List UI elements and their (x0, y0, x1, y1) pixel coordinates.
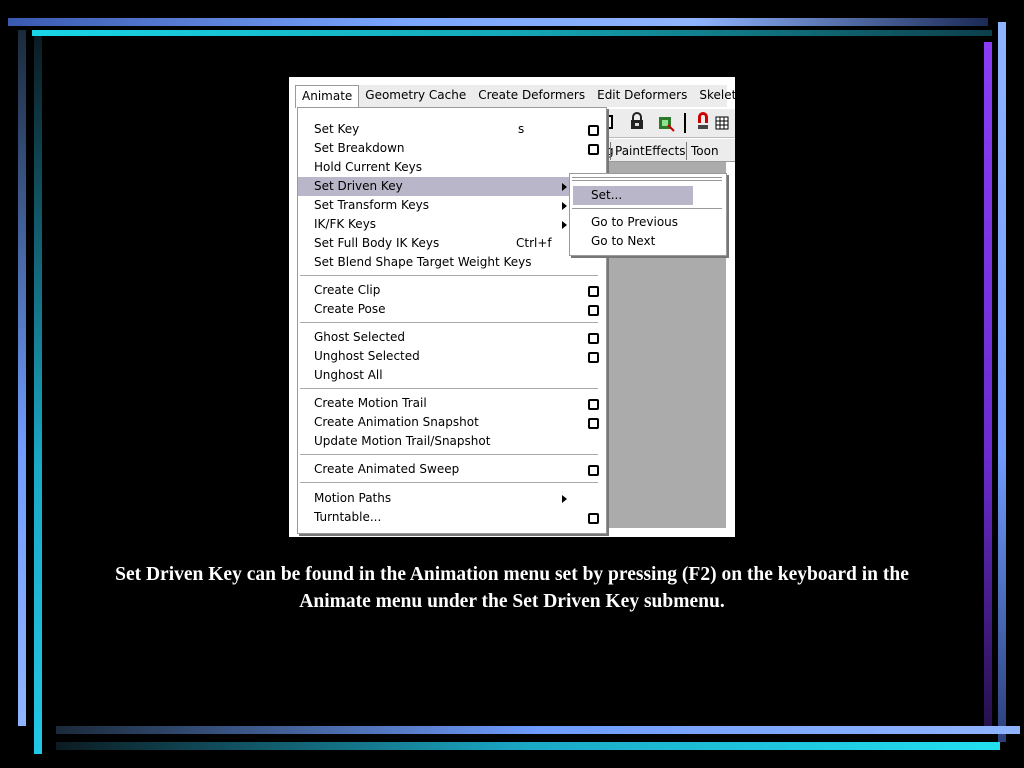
menu-item-label: Ghost Selected (314, 330, 406, 344)
menu-item-label: Set Driven Key (314, 179, 403, 193)
menu-edit-deformers[interactable]: Edit Deformers (591, 85, 693, 107)
shelf-tab-toon[interactable]: Toon (686, 142, 723, 160)
shortcut-label: Ctrl+f (516, 236, 552, 250)
select-object-icon[interactable] (659, 117, 675, 132)
menu-item-label: Create Motion Trail (314, 396, 427, 410)
submenu-arrow-icon (562, 221, 567, 229)
menu-item-set-driven-key[interactable]: Set Driven Key (298, 177, 594, 196)
menu-item-label: Unghost Selected (314, 349, 420, 363)
submenu-item-label: Go to Previous (591, 215, 679, 229)
menu-item-label: Create Animated Sweep (314, 462, 460, 476)
menu-item-motion-paths[interactable]: Motion Paths (298, 489, 594, 508)
menu-item-label: Set Transform Keys (314, 198, 430, 212)
menu-skeleton[interactable]: Skeleton (693, 85, 735, 107)
option-box-icon[interactable] (588, 125, 599, 136)
animate-menu: Set Key s Set Breakdown Hold Current Key… (297, 107, 607, 534)
menu-item-ik-fk-keys[interactable]: IK/FK Keys (298, 215, 594, 234)
menu-item-update-motion-trail[interactable]: Update Motion Trail/Snapshot (298, 432, 594, 451)
menu-item-label: Set Full Body IK Keys (314, 236, 440, 250)
menu-item-label: Create Animation Snapshot (314, 415, 479, 429)
option-box-icon[interactable] (588, 465, 599, 476)
menu-separator (300, 388, 598, 389)
slide-caption: Set Driven Key can be found in the Anima… (115, 564, 909, 612)
tearoff-line[interactable] (572, 177, 722, 178)
menu-geometry-cache[interactable]: Geometry Cache (359, 85, 472, 107)
menu-separator (300, 482, 598, 483)
menu-item-label: Create Clip (314, 283, 381, 297)
menu-separator (300, 322, 598, 323)
menu-create-deformers[interactable]: Create Deformers (472, 85, 591, 107)
menu-item-set-key[interactable]: Set Key s (298, 120, 599, 139)
menu-item-hold-current-keys[interactable]: Hold Current Keys (298, 158, 594, 177)
decor-bar-left-inner (34, 36, 42, 754)
decor-bar-top (8, 18, 988, 26)
decor-bar-bottom-inner (56, 726, 1020, 734)
submenu-item-label: Set... (591, 188, 623, 202)
menu-item-set-breakdown[interactable]: Set Breakdown (298, 139, 599, 158)
menu-item-label: Hold Current Keys (314, 160, 423, 174)
menu-item-label: Set Blend Shape Target Weight Keys (314, 255, 532, 269)
snap-magnet-icon[interactable] (698, 112, 708, 129)
menu-item-create-animation-snapshot[interactable]: Create Animation Snapshot (298, 413, 599, 432)
option-box-icon[interactable] (588, 333, 599, 344)
shelf-tabs: g PaintEffects Toon (604, 139, 735, 162)
menu-bar: Animate Geometry Cache Create Deformers … (295, 85, 735, 108)
menu-item-unghost-all[interactable]: Unghost All (298, 366, 594, 385)
decor-bar-left (18, 30, 26, 726)
tearoff-line[interactable] (572, 180, 722, 181)
submenu-arrow-icon (562, 183, 567, 191)
menu-item-ghost-selected[interactable]: Ghost Selected (298, 328, 599, 347)
submenu-item-go-to-previous[interactable]: Go to Previous (573, 213, 693, 232)
submenu-arrow-icon (562, 495, 567, 503)
menu-item-label: Unghost All (314, 368, 383, 382)
menu-separator (572, 208, 722, 209)
option-box-icon[interactable] (588, 513, 599, 524)
menu-item-label: Create Pose (314, 302, 386, 316)
option-box-icon[interactable] (588, 286, 599, 297)
menu-item-label: Set Breakdown (314, 141, 405, 155)
menu-item-create-animated-sweep[interactable]: Create Animated Sweep (298, 460, 599, 479)
submenu-item-go-to-next[interactable]: Go to Next (573, 232, 693, 251)
option-box-icon[interactable] (588, 305, 599, 316)
menu-item-create-motion-trail[interactable]: Create Motion Trail (298, 394, 599, 413)
menu-separator (300, 275, 598, 276)
option-box-icon[interactable] (588, 352, 599, 363)
menu-item-unghost-selected[interactable]: Unghost Selected (298, 347, 599, 366)
menu-animate[interactable]: Animate (295, 85, 360, 108)
decor-bar-right-inner (984, 42, 992, 732)
menu-item-set-transform-keys[interactable]: Set Transform Keys (298, 196, 594, 215)
menu-item-label: IK/FK Keys (314, 217, 377, 231)
menu-item-label: Turntable... (314, 510, 382, 524)
menu-separator (300, 454, 598, 455)
decor-bar-bottom (56, 742, 1000, 750)
menu-item-create-clip[interactable]: Create Clip (298, 281, 599, 300)
snap-grid-icon[interactable] (715, 116, 729, 130)
menu-item-turntable[interactable]: Turntable... (298, 508, 599, 527)
decor-bar-right (998, 22, 1006, 742)
menu-item-label: Set Key (314, 122, 360, 136)
toolbar-separator (684, 113, 686, 133)
toolbar-icons (603, 112, 729, 133)
lock-icon[interactable] (631, 112, 643, 129)
menu-item-create-pose[interactable]: Create Pose (298, 300, 599, 319)
option-box-icon[interactable] (588, 418, 599, 429)
maya-menu-screenshot: Animate Geometry Cache Create Deformers … (289, 77, 735, 537)
decor-bar-top-inner (32, 30, 992, 36)
submenu-item-set[interactable]: Set... (573, 186, 693, 205)
menu-item-label: Update Motion Trail/Snapshot (314, 434, 491, 448)
submenu-arrow-icon (562, 202, 567, 210)
menu-item-set-full-body-ik-keys[interactable]: Set Full Body IK Keys Ctrl+f (298, 234, 594, 253)
option-box-icon[interactable] (588, 399, 599, 410)
shortcut-label: s (518, 122, 525, 136)
menu-item-set-blend-shape-keys[interactable]: Set Blend Shape Target Weight Keys (298, 253, 594, 272)
menu-item-label: Motion Paths (314, 491, 392, 505)
option-box-icon[interactable] (588, 144, 599, 155)
submenu-item-label: Go to Next (591, 234, 656, 248)
shelf-tab-painteffects[interactable]: PaintEffects (610, 142, 689, 160)
status-toolbar (603, 109, 735, 138)
set-driven-key-submenu: Set... Go to Previous Go to Next (569, 173, 727, 256)
